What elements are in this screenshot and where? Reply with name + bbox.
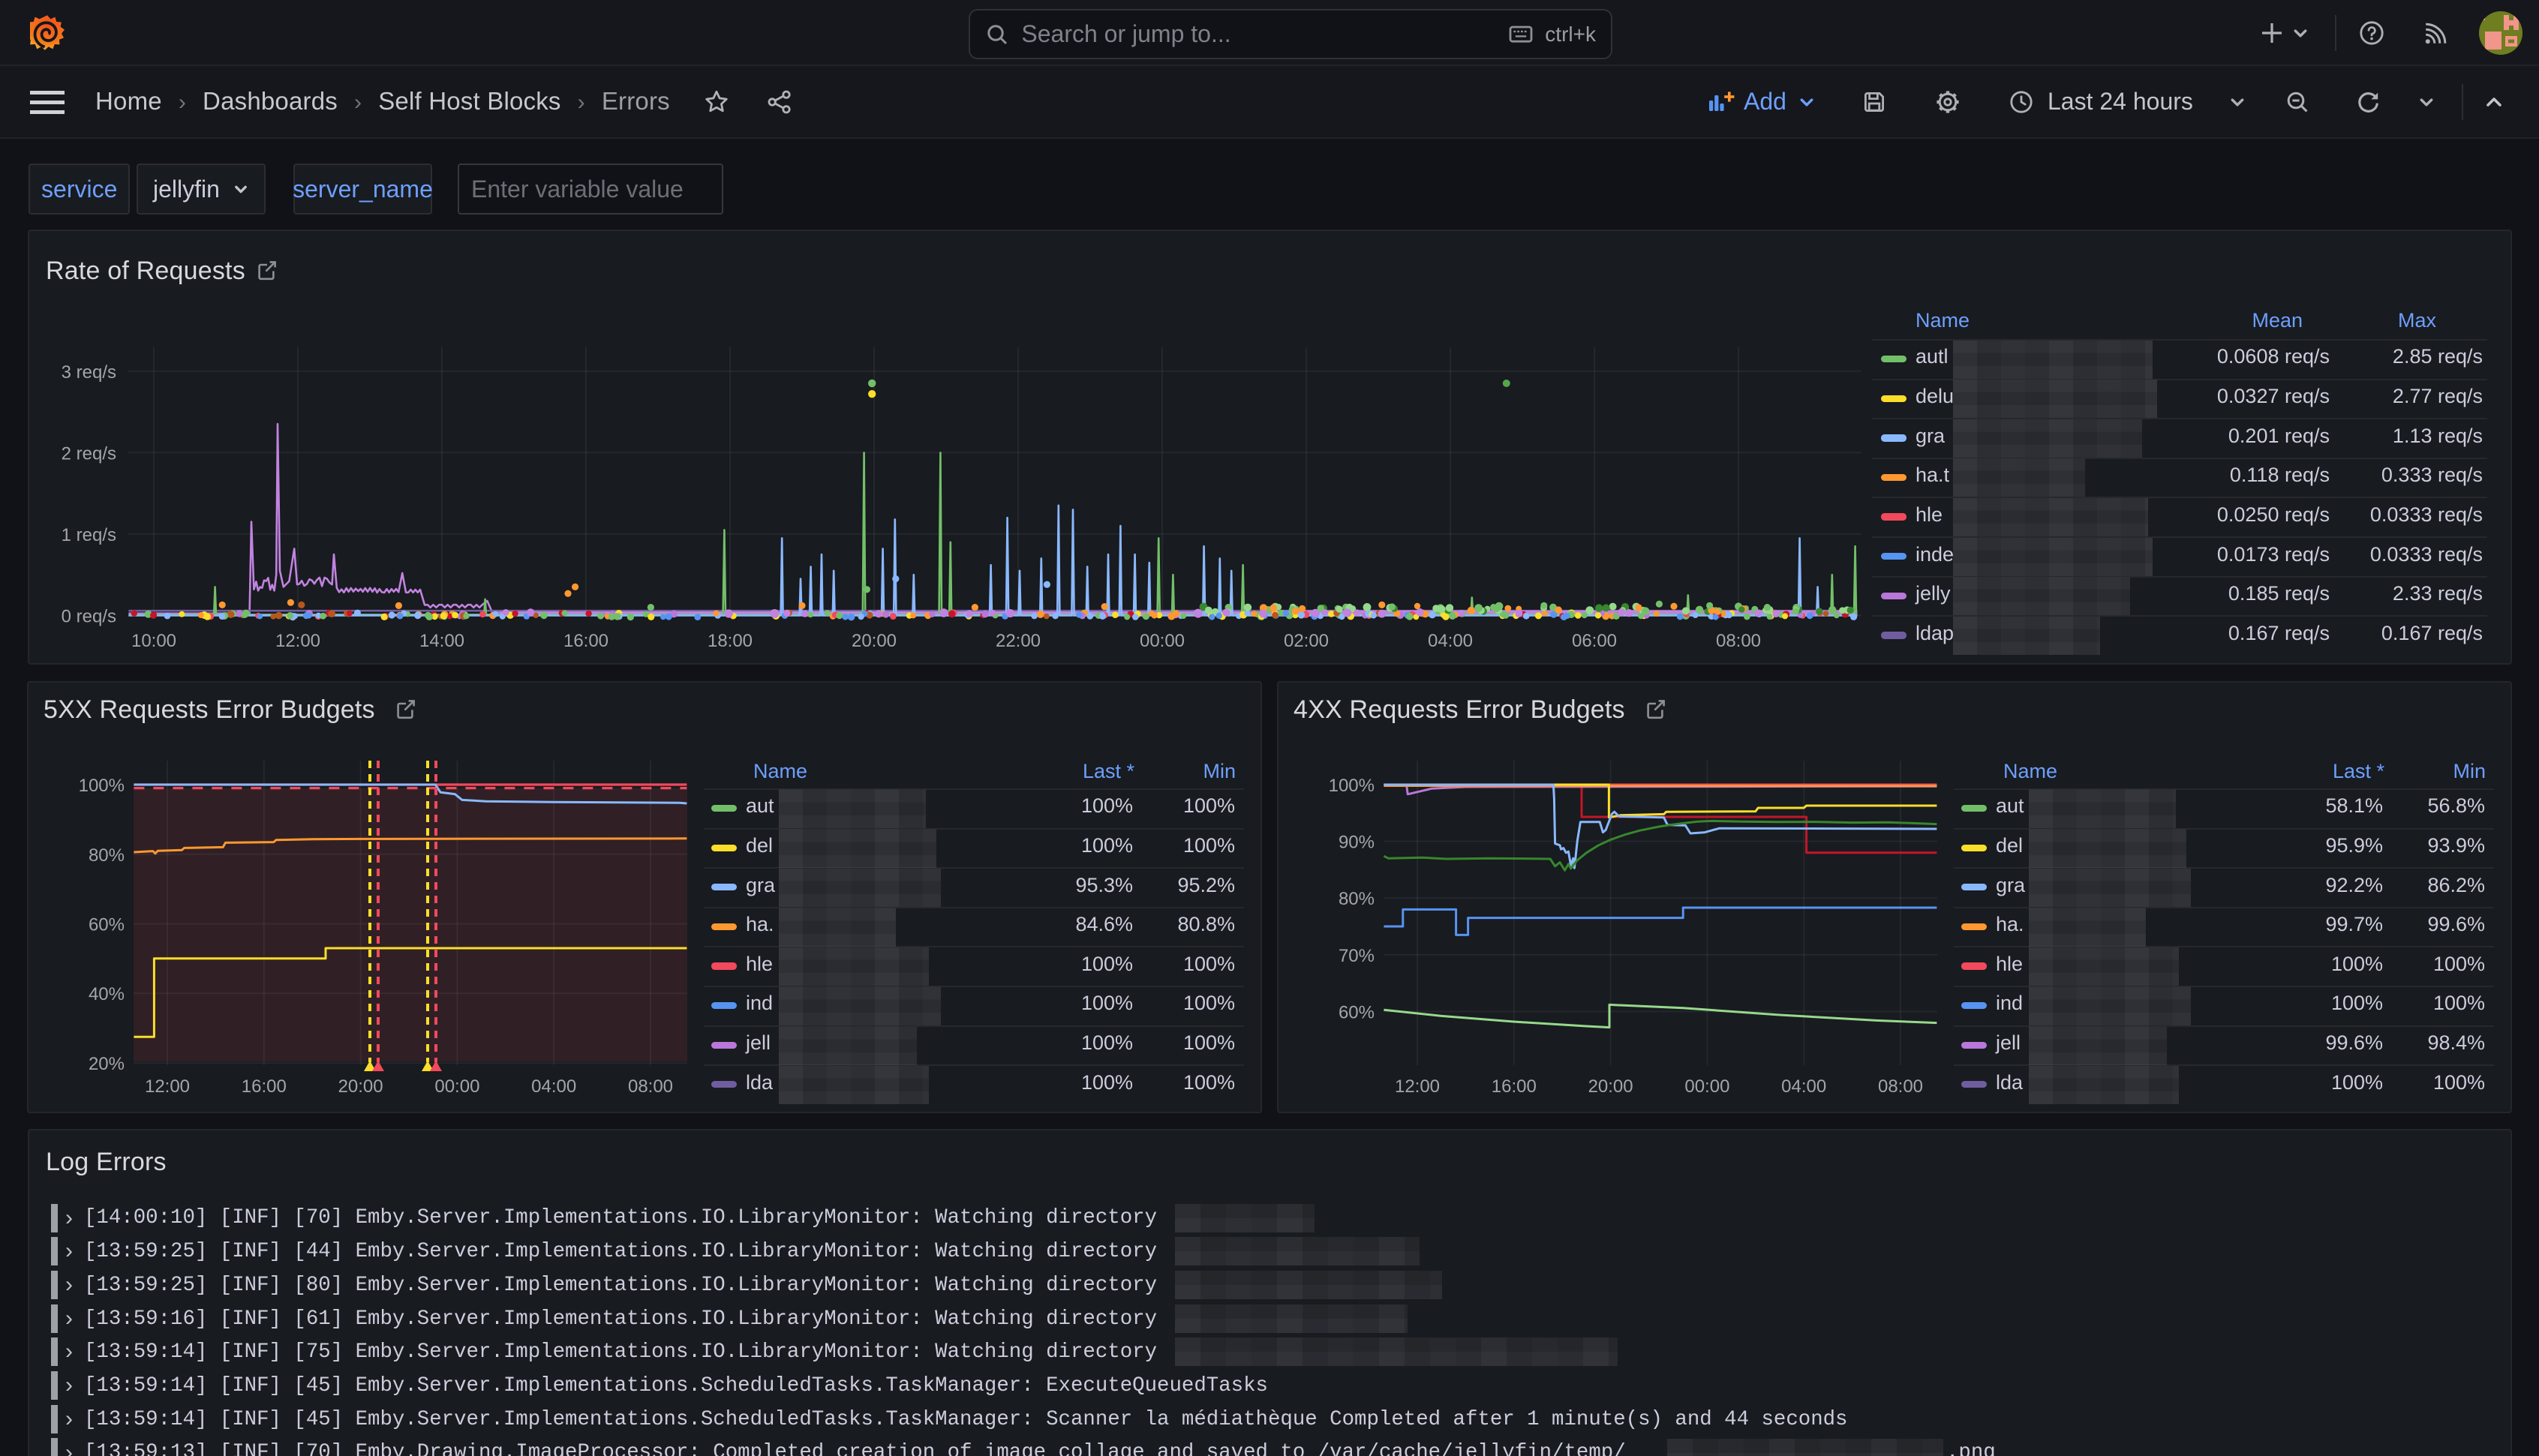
svg-text:20:00: 20:00 xyxy=(852,631,897,651)
svg-text:40%: 40% xyxy=(89,984,125,1004)
svg-text:18:00: 18:00 xyxy=(708,631,753,651)
svg-text:80%: 80% xyxy=(1339,889,1375,909)
svg-text:16:00: 16:00 xyxy=(1492,1076,1537,1097)
svg-text:02:00: 02:00 xyxy=(1284,631,1329,651)
svg-text:2 req/s: 2 req/s xyxy=(62,443,116,464)
svg-text:1 req/s: 1 req/s xyxy=(62,525,116,545)
svg-text:10:00: 10:00 xyxy=(131,631,176,651)
svg-text:20:00: 20:00 xyxy=(338,1076,383,1097)
svg-text:04:00: 04:00 xyxy=(1781,1076,1826,1097)
svg-text:04:00: 04:00 xyxy=(1428,631,1473,651)
svg-text:16:00: 16:00 xyxy=(563,631,608,651)
svg-text:3 req/s: 3 req/s xyxy=(62,362,116,383)
svg-text:0 req/s: 0 req/s xyxy=(62,607,116,627)
svg-text:12:00: 12:00 xyxy=(275,631,320,651)
svg-text:20%: 20% xyxy=(89,1054,125,1074)
svg-text:60%: 60% xyxy=(1339,1002,1375,1022)
svg-text:00:00: 00:00 xyxy=(1684,1076,1729,1097)
svg-text:20:00: 20:00 xyxy=(1588,1076,1633,1097)
svg-text:14:00: 14:00 xyxy=(419,631,464,651)
svg-text:06:00: 06:00 xyxy=(1572,631,1617,651)
svg-text:100%: 100% xyxy=(1329,776,1375,796)
svg-text:90%: 90% xyxy=(1339,833,1375,853)
svg-text:70%: 70% xyxy=(1339,946,1375,966)
svg-text:80%: 80% xyxy=(89,845,125,866)
svg-text:08:00: 08:00 xyxy=(1878,1076,1923,1097)
svg-text:08:00: 08:00 xyxy=(1716,631,1761,651)
svg-text:60%: 60% xyxy=(89,915,125,935)
svg-text:12:00: 12:00 xyxy=(1395,1076,1440,1097)
svg-text:16:00: 16:00 xyxy=(242,1076,287,1097)
svg-text:00:00: 00:00 xyxy=(434,1076,479,1097)
svg-text:04:00: 04:00 xyxy=(531,1076,576,1097)
svg-text:22:00: 22:00 xyxy=(996,631,1041,651)
svg-text:12:00: 12:00 xyxy=(145,1076,190,1097)
svg-text:08:00: 08:00 xyxy=(628,1076,673,1097)
svg-text:00:00: 00:00 xyxy=(1140,631,1185,651)
svg-text:100%: 100% xyxy=(79,776,125,796)
